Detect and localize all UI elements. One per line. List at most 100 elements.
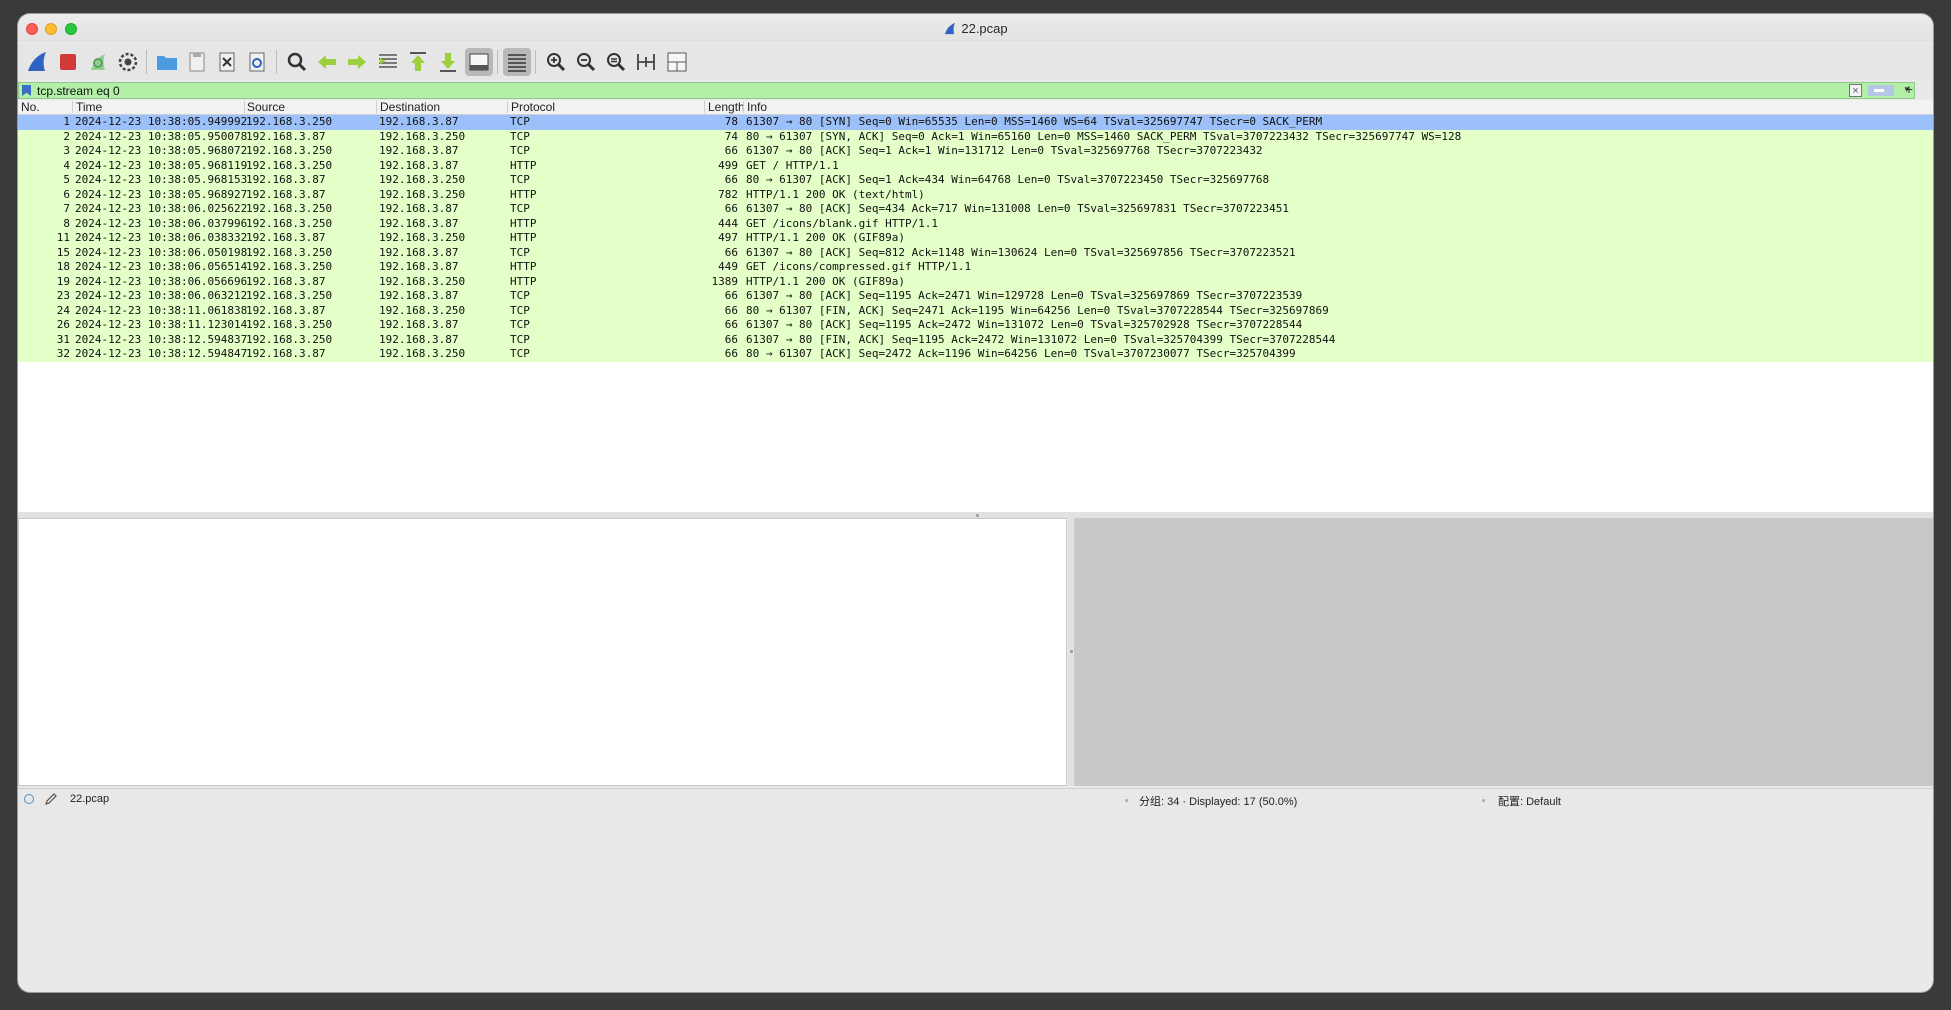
column-header-destination[interactable]: Destination (380, 100, 440, 114)
table-row[interactable]: 31 2024-12-23 10:38:12.594837 192.168.3.25… (18, 332, 1933, 347)
cell-length: 66 (724, 144, 738, 157)
cell-no: 11 (56, 231, 70, 244)
stop-capture-icon[interactable] (54, 48, 82, 76)
cell-length: 782 (718, 187, 738, 201)
apply-filter-icon[interactable] (1868, 85, 1894, 96)
find-packet-icon[interactable] (283, 48, 311, 76)
open-file-icon[interactable] (153, 48, 181, 76)
expert-info-icon[interactable] (24, 794, 34, 804)
packet-details-pane[interactable] (18, 518, 1067, 786)
packet-list-header: No. Time Source Destination Protocol Len… (18, 100, 1933, 115)
packet-rows: 1 2024-12-23 10:38:05.949992 192.168.3.250… (18, 115, 1933, 362)
status-separator (1125, 799, 1128, 802)
display-filter-bar[interactable]: tcp.stream eq 0 × ▾ (18, 82, 1915, 99)
clear-filter-icon[interactable]: × (1849, 84, 1862, 97)
column-divider[interactable] (376, 101, 377, 113)
status-profile[interactable]: 配置: Default (1498, 793, 1561, 809)
table-row[interactable]: 15 2024-12-23 10:38:06.050198 192.168.3.25… (18, 245, 1933, 260)
go-first-packet-icon[interactable] (404, 48, 432, 76)
cell-destination: 192.168.3.250 (379, 231, 466, 244)
restart-capture-icon[interactable] (84, 48, 112, 76)
cell-protocol: HTTP (510, 231, 537, 244)
cell-destination: 192.168.3.250 (379, 347, 466, 360)
cell-time: 2024-12-23 10:38:06.038332 (75, 231, 248, 244)
table-row[interactable]: 23 2024-12-23 10:38:06.063212 192.168.3.25… (18, 289, 1933, 304)
cell-destination: 192.168.3.250 (379, 187, 466, 201)
save-file-icon[interactable] (183, 48, 211, 76)
table-row[interactable]: 18 2024-12-23 10:38:06.056514 192.168.3.25… (18, 260, 1933, 275)
table-row[interactable]: 19 2024-12-23 10:38:06.056696 192.168.3.87… (18, 274, 1933, 289)
cell-source: 192.168.3.250 (246, 332, 333, 346)
column-header-no[interactable]: No. (21, 100, 40, 114)
cell-protocol: TCP (510, 289, 530, 302)
table-row[interactable]: 7 2024-12-23 10:38:06.025622 192.168.3.250… (18, 202, 1933, 217)
table-row[interactable]: 6 2024-12-23 10:38:05.968927 192.168.3.87 1… (18, 187, 1933, 202)
column-divider[interactable] (743, 101, 744, 113)
cell-protocol: TCP (510, 347, 530, 360)
capture-options-icon[interactable] (114, 48, 142, 76)
auto-scroll-icon[interactable] (465, 48, 493, 76)
bookmark-icon[interactable] (22, 85, 31, 96)
table-row[interactable]: 2 2024-12-23 10:38:05.950078 192.168.3.87 1… (18, 129, 1933, 144)
table-row[interactable]: 5 2024-12-23 10:38:05.968153 192.168.3.87 1… (18, 173, 1933, 188)
colorize-icon[interactable] (503, 48, 531, 76)
zoom-out-icon[interactable] (572, 48, 600, 76)
cell-info: 61307 → 80 [ACK] Seq=434 Ack=717 Win=131… (746, 202, 1290, 215)
cell-no: 7 (63, 202, 70, 215)
go-last-packet-icon[interactable] (434, 48, 462, 76)
table-row[interactable]: 3 2024-12-23 10:38:05.968072 192.168.3.250… (18, 144, 1933, 159)
packet-bytes-pane[interactable] (1074, 518, 1933, 786)
wireshark-window: 22.pcap tcp.stream eq 0 × ▾ + No. Time S… (18, 14, 1933, 992)
cell-no: 1 (63, 115, 70, 128)
column-header-length[interactable]: Length (708, 100, 744, 114)
start-capture-icon[interactable] (23, 48, 51, 76)
cell-no: 4 (63, 158, 70, 172)
toolbar-separator (497, 50, 498, 74)
cell-destination: 192.168.3.87 (379, 260, 459, 273)
zoom-normal-icon[interactable] (602, 48, 630, 76)
column-divider[interactable] (704, 101, 705, 113)
reload-file-icon[interactable] (243, 48, 271, 76)
column-header-time[interactable]: Time (76, 100, 102, 114)
cell-time: 2024-12-23 10:38:06.056696 (75, 274, 248, 288)
table-row[interactable]: 32 2024-12-23 10:38:12.594847 192.168.3.87… (18, 347, 1933, 362)
column-header-source[interactable]: Source (247, 100, 285, 114)
resize-columns-icon[interactable] (632, 48, 660, 76)
add-filter-button[interactable]: + (1905, 81, 1913, 97)
go-back-icon[interactable] (313, 48, 341, 76)
cell-destination: 192.168.3.87 (379, 216, 459, 230)
table-row[interactable]: 11 2024-12-23 10:38:06.038332 192.168.3.87… (18, 231, 1933, 246)
cell-destination: 192.168.3.87 (379, 202, 459, 215)
capture-comment-icon[interactable] (44, 792, 58, 806)
cell-no: 5 (63, 173, 70, 186)
status-separator (1482, 799, 1485, 802)
cell-source: 192.168.3.250 (246, 245, 333, 259)
column-divider[interactable] (72, 101, 73, 113)
column-header-protocol[interactable]: Protocol (511, 100, 555, 114)
zoom-in-icon[interactable] (542, 48, 570, 76)
column-divider[interactable] (507, 101, 508, 113)
go-to-packet-icon[interactable] (374, 48, 402, 76)
cell-no: 6 (63, 187, 70, 201)
go-forward-icon[interactable] (343, 48, 371, 76)
toolbar-separator (276, 50, 277, 74)
column-header-info[interactable]: Info (747, 100, 767, 114)
layout-icon[interactable] (663, 48, 691, 76)
cell-destination: 192.168.3.87 (379, 158, 459, 172)
packet-list[interactable]: No. Time Source Destination Protocol Len… (18, 100, 1933, 512)
column-divider[interactable] (244, 101, 245, 113)
cell-time: 2024-12-23 10:38:06.056514 (75, 260, 248, 273)
cell-protocol: TCP (510, 202, 530, 215)
cell-source: 192.168.3.250 (246, 289, 333, 302)
cell-length: 444 (718, 216, 738, 230)
table-row[interactable]: 24 2024-12-23 10:38:11.061838 192.168.3.87… (18, 303, 1933, 318)
table-row[interactable]: 4 2024-12-23 10:38:05.968119 192.168.3.250… (18, 158, 1933, 173)
display-filter-input[interactable]: tcp.stream eq 0 (37, 84, 120, 98)
table-row[interactable]: 1 2024-12-23 10:38:05.949992 192.168.3.250… (18, 115, 1933, 130)
close-file-icon[interactable] (213, 48, 241, 76)
cell-time: 2024-12-23 10:38:11.123014 (75, 318, 248, 331)
table-row[interactable]: 8 2024-12-23 10:38:06.037996 192.168.3.250… (18, 216, 1933, 231)
table-row[interactable]: 26 2024-12-23 10:38:11.123014 192.168.3.25… (18, 318, 1933, 333)
cell-time: 2024-12-23 10:38:12.594837 (75, 332, 248, 346)
cell-time: 2024-12-23 10:38:05.949992 (75, 115, 248, 128)
